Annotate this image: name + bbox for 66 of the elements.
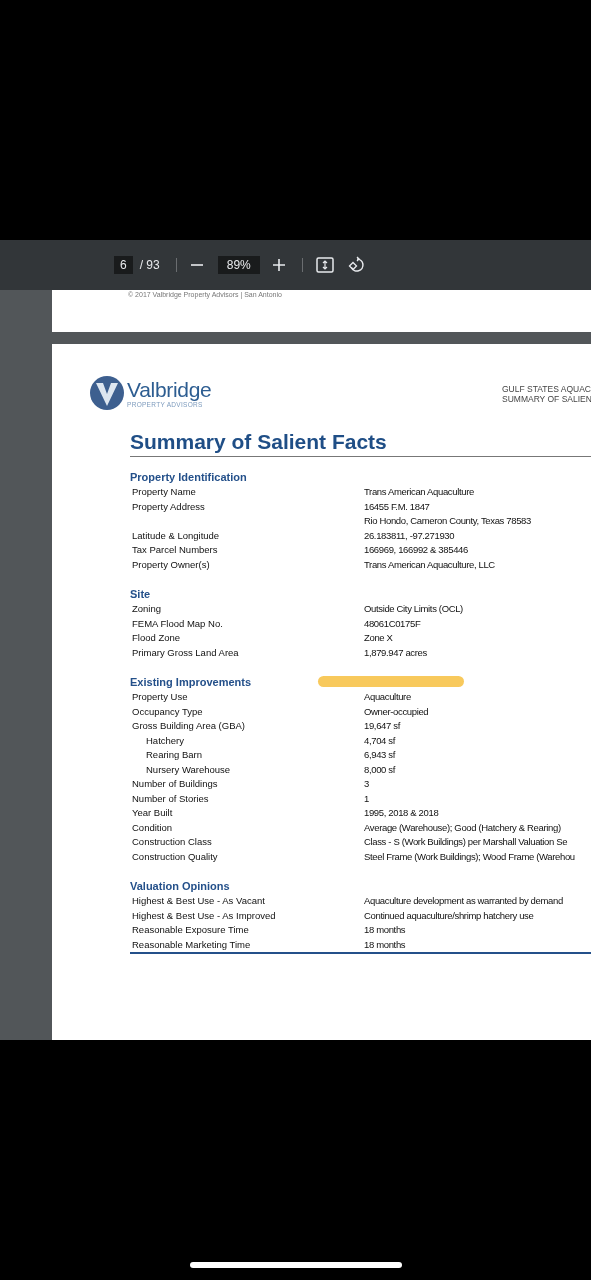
field-label: Property Name: [132, 486, 196, 497]
field-label: Number of Buildings: [132, 778, 218, 789]
field-value: 4,704 sf: [364, 733, 395, 748]
field-label: Hatchery: [146, 734, 184, 746]
field-value: Rio Hondo, Cameron County, Texas 78583: [364, 514, 531, 528]
section-heading: Existing Improvements: [130, 675, 252, 690]
field-label: Latitude & Longitude: [132, 529, 220, 541]
page-number-field[interactable]: 6: [114, 256, 133, 274]
field-label: Construction Quality: [132, 850, 218, 862]
field-label: FEMA Flood Map No.: [132, 617, 223, 629]
field-value: 19,647 sf: [364, 719, 400, 733]
field-value: Outside City Limits (OCL): [364, 602, 463, 616]
field-label: Occupancy Type: [132, 705, 203, 717]
field-value: 26.183811, -97.271930: [364, 528, 455, 543]
field-label: Gross Building Area (GBA): [132, 720, 245, 731]
header-text: GULF STATES AQUAC: [502, 384, 591, 394]
field-value: 1: [364, 791, 369, 806]
field-value: 18 months: [364, 937, 406, 952]
field-label: Property Owner(s): [132, 558, 210, 570]
section-heading: Site: [130, 587, 151, 602]
section-heading: Property Identification: [130, 470, 247, 485]
field-value: Trans American Aquaculture, LLC: [364, 557, 495, 572]
field-label: Property Address: [132, 500, 205, 512]
rotate-icon[interactable]: [347, 256, 366, 274]
field-label: Nursery Warehouse: [146, 763, 231, 775]
field-label: Reasonable Marketing Time: [132, 938, 251, 950]
field-label: Number of Stories: [132, 792, 209, 804]
field-label: Construction Class: [132, 836, 212, 847]
field-label: Year Built: [132, 807, 173, 818]
field-label: Highest & Best Use - As Improved: [132, 909, 276, 921]
field-value: Owner-occupied: [364, 704, 429, 719]
field-value: 48061C0175F: [364, 616, 421, 631]
field-value: 1995, 2018 & 2018: [364, 806, 439, 820]
field-value: Steel Frame (Work Buildings); Wood Frame (Warehou: [364, 849, 575, 864]
field-label: Tax Parcel Numbers: [132, 544, 218, 555]
zoom-in-icon[interactable]: [271, 258, 286, 272]
section-heading: Valuation Opinions: [130, 879, 230, 894]
field-label: Condition: [132, 821, 173, 833]
field-value: 6,943 sf: [364, 748, 395, 762]
field-value: Average (Warehouse); Good (Hatchery & Rearing): [364, 820, 561, 835]
field-value: Continued aquaculture/shrimp hatchery use: [364, 908, 534, 923]
page-count: / 93: [139, 258, 160, 272]
field-value: 166969, 166992 & 385446: [364, 543, 468, 557]
field-value: Aquaculture development as warranted by demand: [364, 894, 563, 908]
field-label: Reasonable Exposure Time: [132, 924, 249, 935]
field-value: 1,879.947 acres: [364, 645, 427, 660]
field-label: Highest & Best Use - As Vacant: [132, 895, 265, 906]
logo-icon: [90, 376, 124, 410]
field-label: Flood Zone: [132, 632, 181, 643]
page-title: Summary of Salient Facts: [130, 430, 591, 457]
header-text: SUMMARY OF SALIEN: [502, 394, 591, 404]
field-value: 8,000 sf: [364, 762, 395, 777]
fit-page-icon[interactable]: [315, 257, 334, 273]
field-value: Class - S (Work Buildings) per Marshall Valuation Se: [364, 835, 568, 849]
logo-name: Valbridge: [127, 378, 212, 401]
field-label: Property Use: [132, 691, 188, 702]
field-value: 18 months: [364, 923, 406, 937]
field-label: Primary Gross Land Area: [132, 646, 239, 658]
field-value: 3: [364, 777, 369, 791]
field-value: Zone X: [364, 631, 393, 645]
field-value: 16455 F.M. 1847: [364, 499, 430, 514]
zoom-level-field[interactable]: 89%: [217, 256, 260, 274]
field-label: Zoning: [132, 603, 162, 614]
field-label: Rearing Barn: [146, 749, 202, 760]
field-value: Aquaculture: [364, 690, 411, 704]
field-value: Trans American Aquaculture: [364, 485, 474, 499]
